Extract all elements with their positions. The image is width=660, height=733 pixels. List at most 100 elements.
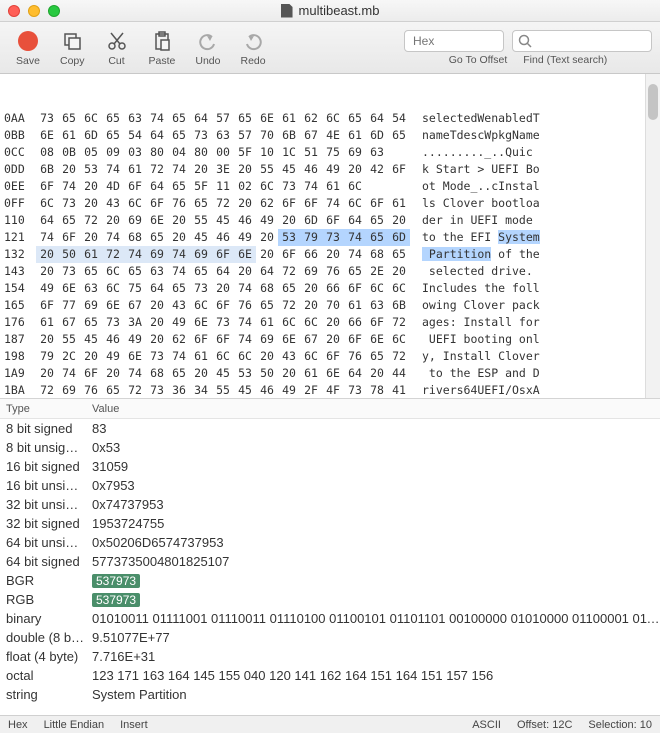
- hex-row[interactable]: 0AA73656C656374656457656E61626C656454 sel…: [4, 110, 656, 127]
- bytes[interactable]: 2073656C65637465642064726976652E20: [36, 263, 410, 280]
- ascii[interactable]: selectedWenabledT: [422, 110, 540, 127]
- ascii[interactable]: selected drive.: [422, 263, 540, 280]
- hex-row[interactable]: 1432073656C65637465642064726976652E20 se…: [4, 263, 656, 280]
- bytes[interactable]: 6F74204D6F64655F11026C7374616C: [36, 178, 410, 195]
- col-value[interactable]: Value: [88, 403, 660, 415]
- ascii[interactable]: to the ESP and D: [422, 365, 540, 382]
- bytes[interactable]: 6C7320436C6F76657220626F6F746C6F61: [36, 195, 410, 212]
- inspector-row[interactable]: octal123 171 163 164 145 155 040 120 141…: [0, 666, 660, 685]
- cut-button[interactable]: Cut: [97, 27, 137, 69]
- inspector-row[interactable]: 16 bit unsi…0x7953: [0, 476, 660, 495]
- status-endian[interactable]: Little Endian: [44, 719, 105, 731]
- offset: 165: [4, 297, 36, 314]
- inspector-value: 0x7953: [88, 478, 660, 493]
- scrollbar[interactable]: [645, 74, 660, 398]
- paste-button[interactable]: Paste: [141, 27, 184, 69]
- status-insert[interactable]: Insert: [120, 719, 148, 731]
- ascii[interactable]: owing Clover pack: [422, 297, 540, 314]
- ascii[interactable]: ........._..Quic: [422, 144, 533, 161]
- hex-row[interactable]: 121746F20746865204546492053797374656Dto …: [4, 229, 656, 246]
- hex-row[interactable]: 187205545464920626F6F74696E67206F6E6C UE…: [4, 331, 656, 348]
- inspector-value: 0x53: [88, 440, 660, 455]
- hex-row[interactable]: 11064657220696E2055454649206D6F646520der…: [4, 212, 656, 229]
- bytes[interactable]: 20746F207468652045535020616E642044: [36, 365, 410, 382]
- minimize-window-button[interactable]: [28, 5, 40, 17]
- hex-row[interactable]: 1A920746F207468652045535020616E642044 to…: [4, 365, 656, 382]
- inspector-row[interactable]: binary01010011 01111001 01110011 0111010…: [0, 609, 660, 628]
- inspector-row[interactable]: float (4 byte)7.716E+31: [0, 647, 660, 666]
- status-ascii[interactable]: ASCII: [472, 719, 501, 731]
- goto-label[interactable]: Go To Offset: [449, 54, 508, 66]
- ascii[interactable]: ages: Install for: [422, 314, 540, 331]
- bytes[interactable]: 746F20746865204546492053797374656D: [36, 229, 410, 246]
- inspector-row[interactable]: double (8 b…9.51077E+77: [0, 628, 660, 647]
- hex-row[interactable]: 198792C20496E7374616C6C20436C6F766572y, …: [4, 348, 656, 365]
- copy-button[interactable]: Copy: [52, 27, 93, 69]
- find-label[interactable]: Find (Text search): [523, 54, 607, 66]
- inspector-type: 64 bit unsi…: [0, 535, 88, 550]
- hex-row[interactable]: 0EE6F74204D6F64655F11026C7374616C ot Mod…: [4, 178, 656, 195]
- bytes[interactable]: 616765733A20496E7374616C6C20666F72: [36, 314, 410, 331]
- bytes[interactable]: 496E636C756465732074686520666F6C6C: [36, 280, 410, 297]
- undo-button[interactable]: Undo: [187, 27, 228, 69]
- redo-button[interactable]: Redo: [232, 27, 273, 69]
- close-window-button[interactable]: [8, 5, 20, 17]
- hex-row[interactable]: 13220506172746974696F6E206F6620746865 Pa…: [4, 246, 656, 263]
- text-search-input[interactable]: [512, 30, 652, 52]
- hex-search-input[interactable]: [404, 30, 504, 52]
- save-button[interactable]: Save: [8, 27, 48, 69]
- bytes[interactable]: 792C20496E7374616C6C20436C6F766572: [36, 348, 410, 365]
- ascii[interactable]: k Start > UEFI Bo: [422, 161, 540, 178]
- inspector-row[interactable]: 16 bit signed31059: [0, 457, 660, 476]
- ascii[interactable]: UEFI booting onl: [422, 331, 540, 348]
- bytes[interactable]: 205545464920626F6F74696E67206F6E6C: [36, 331, 410, 348]
- copy-label: Copy: [60, 55, 85, 67]
- col-type[interactable]: Type: [0, 403, 88, 415]
- search-icon: [518, 34, 532, 48]
- inspector-row[interactable]: 64 bit signed5773735004801825107: [0, 552, 660, 571]
- hex-row[interactable]: 176616765733A20496E7374616C6C20666F72age…: [4, 314, 656, 331]
- inspector-row[interactable]: 64 bit unsi…0x50206D6574737953: [0, 533, 660, 552]
- inspector-value: 7.716E+31: [88, 649, 660, 664]
- bytes[interactable]: 6E616D65546465736357706B674E616D65: [36, 127, 410, 144]
- ascii[interactable]: to the EFI System: [422, 229, 540, 246]
- inspector-row[interactable]: 32 bit signed1953724755: [0, 514, 660, 533]
- bytes[interactable]: 73656C656374656457656E61626C656454: [36, 110, 410, 127]
- toolbar: Save Copy Cut Paste Undo Redo Go To Offs…: [0, 22, 660, 74]
- ascii[interactable]: der in UEFI mode: [422, 212, 540, 229]
- hex-row[interactable]: 0FF6C7320436C6F76657220626F6F746C6F61ls …: [4, 195, 656, 212]
- inspector-type: binary: [0, 611, 88, 626]
- bytes[interactable]: 6B205374617274203E205545464920426F: [36, 161, 410, 178]
- inspector-row[interactable]: stringSystem Partition: [0, 685, 660, 704]
- ascii[interactable]: y, Install Clover: [422, 348, 540, 365]
- inspector-row[interactable]: BGR537973: [0, 571, 660, 590]
- ascii[interactable]: nameTdescWpkgName: [422, 127, 540, 144]
- inspector-rows: 8 bit signed838 bit unsig…0x5316 bit sig…: [0, 419, 660, 704]
- status-hex[interactable]: Hex: [8, 719, 28, 731]
- zoom-window-button[interactable]: [48, 5, 60, 17]
- inspector-row[interactable]: 8 bit signed83: [0, 419, 660, 438]
- bytes[interactable]: 080B050903800480005F101C51756963: [36, 144, 410, 161]
- inspector-row[interactable]: RGB537973: [0, 590, 660, 609]
- hex-row[interactable]: 1656F77696E6720436C6F766572207061636B owi…: [4, 297, 656, 314]
- ascii[interactable]: rivers64UEFI/OsxA: [422, 382, 540, 398]
- hex-view[interactable]: 0AA73656C656374656457656E61626C656454 sel…: [0, 74, 660, 398]
- inspector-row[interactable]: 8 bit unsig…0x53: [0, 438, 660, 457]
- hex-row[interactable]: 1BA7269766572733634554546492F4F737841riv…: [4, 382, 656, 398]
- ascii[interactable]: ls Clover bootloa: [422, 195, 540, 212]
- bytes[interactable]: 7269766572733634554546492F4F737841: [36, 382, 410, 398]
- bytes[interactable]: 64657220696E2055454649206D6F646520: [36, 212, 410, 229]
- bytes[interactable]: 20506172746974696F6E206F6620746865: [36, 246, 410, 263]
- ascii[interactable]: ot Mode_..cInstal: [422, 178, 540, 195]
- offset: 0AA: [4, 110, 36, 127]
- bytes[interactable]: 6F77696E6720436C6F766572207061636B: [36, 297, 410, 314]
- inspector-row[interactable]: 32 bit unsi…0x74737953: [0, 495, 660, 514]
- ascii[interactable]: Partition of the: [422, 246, 540, 263]
- hex-row[interactable]: 0BB6E616D65546465736357706B674E616D65nam…: [4, 127, 656, 144]
- ascii[interactable]: Includes the foll: [422, 280, 540, 297]
- hex-row[interactable]: 154496E636C756465732074686520666F6C6CInc…: [4, 280, 656, 297]
- paste-label: Paste: [149, 55, 176, 67]
- hex-row[interactable]: 0DD6B205374617274203E205545464920426Fk S…: [4, 161, 656, 178]
- hex-row[interactable]: 0CC080B050903800480005F101C51756963 ....…: [4, 144, 656, 161]
- scroll-thumb[interactable]: [648, 84, 658, 120]
